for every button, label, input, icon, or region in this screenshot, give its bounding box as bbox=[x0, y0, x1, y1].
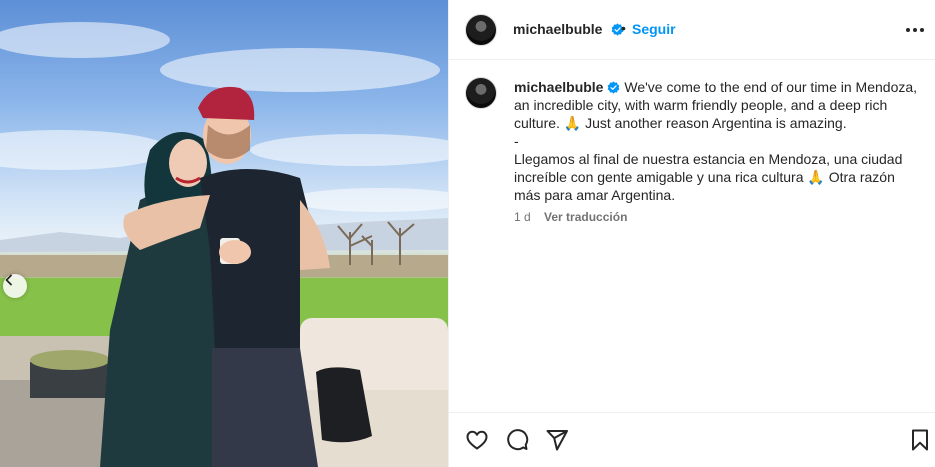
separator-dot: • bbox=[621, 20, 626, 36]
more-options-button[interactable] bbox=[903, 18, 927, 42]
follow-button[interactable]: Seguir bbox=[632, 21, 676, 37]
caption-body: We've come to the end of our time in Men… bbox=[514, 79, 918, 203]
comment-icon bbox=[507, 429, 529, 451]
post-photo[interactable] bbox=[0, 0, 448, 467]
caption-text: michaelbuble We've come to the end of ou… bbox=[514, 78, 919, 204]
caption-meta: 1 d Ver traducción bbox=[514, 210, 627, 224]
share-button[interactable] bbox=[544, 427, 570, 453]
see-translation-link[interactable]: Ver traducción bbox=[544, 210, 627, 224]
caption-section: michaelbuble We've come to the end of ou… bbox=[449, 60, 935, 412]
verified-badge-icon bbox=[608, 81, 620, 94]
post-header: michaelbuble • Seguir bbox=[449, 0, 935, 60]
more-options-icon bbox=[906, 28, 924, 32]
like-button[interactable] bbox=[464, 427, 490, 453]
header-username[interactable]: michaelbuble bbox=[513, 21, 602, 37]
chevron-left-icon bbox=[5, 274, 12, 286]
avatar[interactable] bbox=[465, 14, 497, 46]
photo-illustration bbox=[0, 22, 448, 467]
action-bar bbox=[449, 412, 935, 467]
heart-icon bbox=[466, 430, 488, 450]
post-timestamp[interactable]: 1 d bbox=[514, 210, 531, 224]
header-user: michaelbuble bbox=[513, 21, 624, 39]
caption-username[interactable]: michaelbuble bbox=[514, 79, 603, 95]
bookmark-icon bbox=[912, 429, 928, 451]
post-side-panel: michaelbuble • Seguir michaelbuble We've… bbox=[449, 0, 935, 467]
save-button[interactable] bbox=[907, 427, 933, 453]
caption-avatar[interactable] bbox=[465, 77, 497, 109]
comment-button[interactable] bbox=[504, 427, 530, 453]
share-icon bbox=[546, 430, 568, 451]
carousel-prev-button[interactable] bbox=[3, 274, 27, 298]
